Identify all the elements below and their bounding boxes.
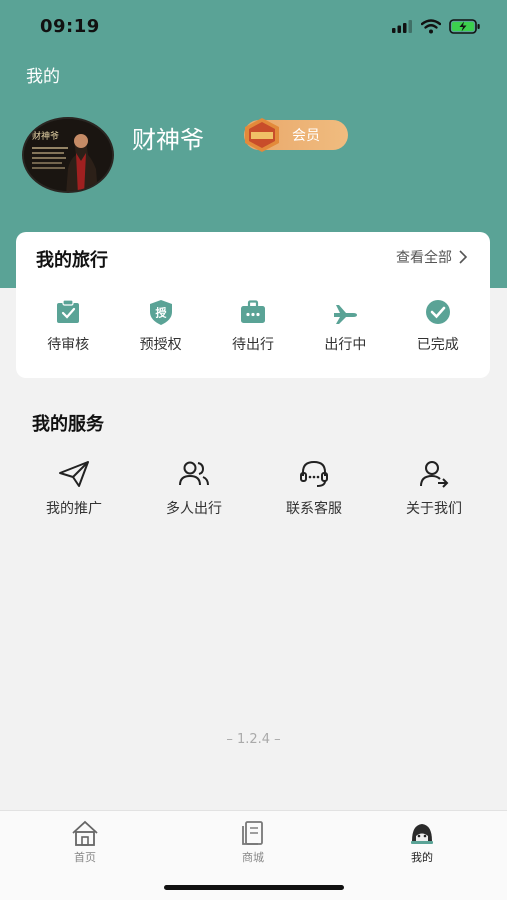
- trip-item-label: 出行中: [324, 337, 367, 353]
- services-list: 我的推广 多人出行 联系客服 关于我们: [14, 458, 494, 518]
- tab-label: 首页: [74, 851, 96, 864]
- chevron-right-icon: [459, 250, 468, 264]
- trip-item-awaiting-departure[interactable]: 待出行: [213, 298, 293, 354]
- vip-crown-icon: [245, 118, 279, 152]
- username: 财神爷: [132, 126, 204, 154]
- paper-plane-icon: [59, 461, 89, 487]
- tab-home[interactable]: 首页: [45, 819, 125, 865]
- services-title: 我的服务: [32, 414, 104, 435]
- avatar-image: 财神爷: [24, 119, 112, 191]
- trip-item-completed[interactable]: 已完成: [398, 298, 478, 354]
- service-about-us[interactable]: 关于我们: [384, 458, 484, 518]
- status-icons: [391, 18, 481, 34]
- user-arrow-icon: [420, 461, 449, 488]
- avatar-caption: 财神爷: [32, 130, 59, 142]
- service-label: 联系客服: [286, 501, 342, 517]
- shop-icon: [242, 821, 263, 845]
- vip-label: 会员: [292, 128, 320, 144]
- vip-badge[interactable]: 会员: [244, 118, 348, 152]
- view-all-label: 查看全部: [396, 250, 452, 266]
- headset-icon: [300, 460, 328, 487]
- svg-text:授: 授: [155, 306, 167, 320]
- trip-status-list: 待审核 授 预授权 待出行 出行中 已完成: [16, 298, 490, 354]
- shield-authorize-icon: 授: [149, 300, 172, 325]
- view-all-link[interactable]: 查看全部: [396, 247, 468, 267]
- trip-item-pre-authorize[interactable]: 授 预授权: [121, 298, 201, 354]
- wifi-icon: [421, 18, 441, 33]
- trip-item-label: 待出行: [231, 337, 274, 353]
- service-label: 关于我们: [406, 501, 462, 517]
- tab-label: 我的: [411, 851, 433, 864]
- my-trip-card: 我的旅行 查看全部 待审核 授 预授权 待出行 出行中 已完成: [16, 232, 490, 378]
- service-label: 多人出行: [166, 501, 222, 517]
- page-title: 我的: [26, 67, 60, 87]
- check-circle-icon: [425, 300, 450, 324]
- trip-item-pending-review[interactable]: 待审核: [28, 298, 108, 354]
- profile-icon: [411, 824, 433, 844]
- tab-profile[interactable]: 我的: [382, 819, 462, 865]
- service-promotion[interactable]: 我的推广: [24, 458, 124, 518]
- trip-card-title: 我的旅行: [36, 250, 108, 271]
- trip-item-label: 待审核: [47, 337, 90, 353]
- briefcase-icon: [240, 300, 265, 323]
- service-label: 我的推广: [46, 501, 102, 517]
- service-customer-support[interactable]: 联系客服: [264, 458, 364, 518]
- trip-item-label: 已完成: [416, 337, 459, 353]
- home-icon: [72, 820, 98, 846]
- app-version: – 1.2.4 –: [226, 732, 281, 747]
- battery-charging-icon: [449, 18, 480, 34]
- status-time: 09:19: [40, 15, 100, 37]
- signal-icon: [392, 20, 412, 33]
- airplane-icon: [334, 305, 358, 324]
- status-bar: 09:19: [0, 0, 507, 52]
- tab-shop[interactable]: 商城: [213, 819, 293, 865]
- trip-item-in-progress[interactable]: 出行中: [305, 298, 385, 354]
- home-indicator: [164, 885, 344, 890]
- clipboard-check-icon: [57, 299, 80, 323]
- service-group-travel[interactable]: 多人出行: [144, 458, 244, 518]
- trip-item-label: 预授权: [139, 337, 182, 353]
- tab-label: 商城: [242, 851, 264, 864]
- avatar[interactable]: 财神爷: [22, 117, 114, 193]
- group-users-icon: [179, 461, 209, 486]
